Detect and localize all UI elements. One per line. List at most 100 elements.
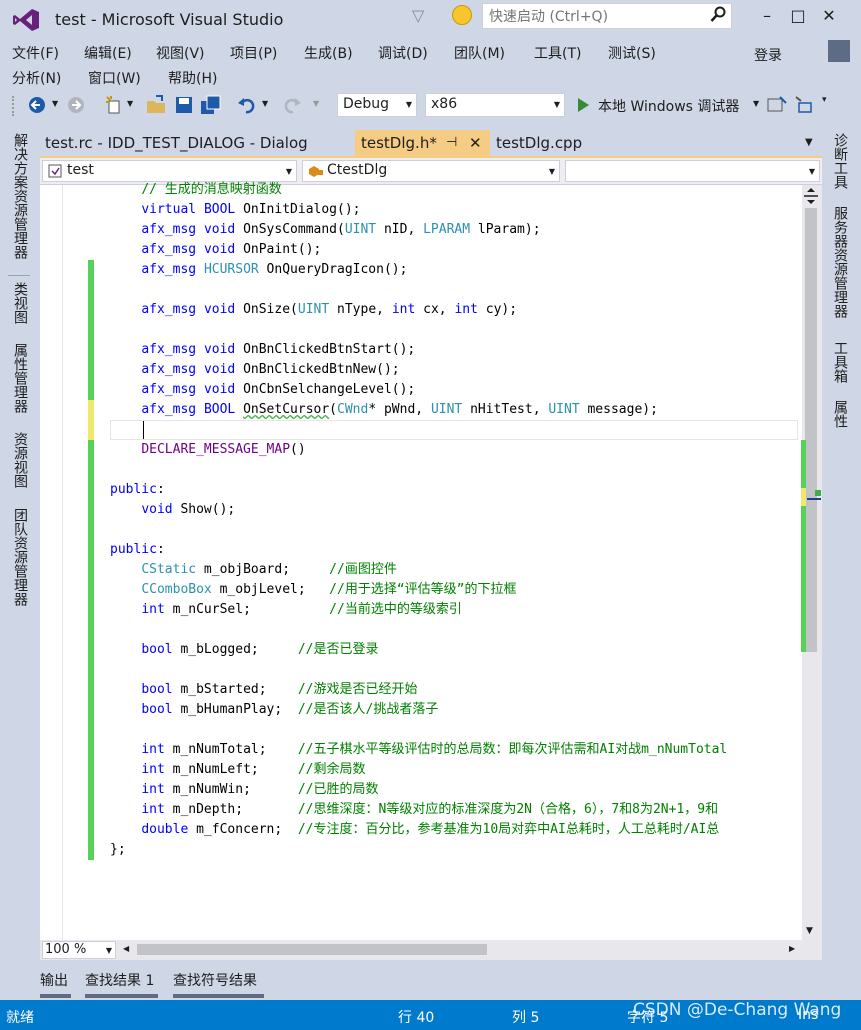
menu-project[interactable]: 项目(P) (230, 43, 277, 63)
solution-config-select[interactable]: Debug ▼ (337, 93, 417, 117)
diagnostic-tools-tab[interactable]: 诊断工具 (830, 133, 850, 189)
change-marker-saved (88, 440, 94, 860)
tab-find-results-underline (85, 994, 158, 998)
save-all-icon[interactable] (200, 95, 222, 115)
chevron-down-icon: ▼ (553, 100, 560, 109)
tab-test-rc[interactable]: test.rc - IDD_TEST_DIALOG - Dialog (45, 134, 308, 152)
toolbar-grip[interactable] (12, 96, 16, 116)
horizontal-scroll-thumb[interactable] (137, 944, 487, 955)
menu-edit[interactable]: 编辑(E) (84, 43, 132, 63)
code-text[interactable]: // 生成的消息映射函数 virtual BOOL OnInitDialog()… (110, 180, 727, 860)
resource-view-tab[interactable]: 资源视图 (10, 432, 30, 488)
scroll-right-icon[interactable]: ▶ (789, 944, 795, 953)
watermark: CSDN @De-Chang Wang (633, 1000, 842, 1020)
menu-team[interactable]: 团队(M) (454, 43, 505, 63)
code-line: afx_msg void OnPaint(); (141, 242, 322, 257)
toolbox-tab[interactable]: 工具箱 (830, 341, 850, 383)
quick-launch-input[interactable] (487, 5, 701, 29)
code-line: int m_nDepth; //思维深度：N等级对应的标准深度为2N（合格，6）… (141, 802, 719, 817)
open-file-icon[interactable] (146, 95, 168, 115)
solution-explorer-tab[interactable]: 解决方案资源管理器 (10, 133, 30, 259)
pin-tab-icon[interactable]: ⊣ (446, 135, 457, 150)
close-button[interactable]: ✕ (814, 6, 844, 28)
new-dropdown-icon[interactable]: ▼ (127, 99, 133, 108)
code-line: CStatic m_objBoard; //画图控件 (141, 562, 397, 577)
code-line: bool m_bHumanPlay; //是否该人/挑战者落子 (141, 702, 439, 717)
menu-file[interactable]: 文件(F) (12, 43, 59, 63)
quick-launch-box[interactable] (482, 3, 732, 29)
property-manager-tab[interactable]: 属性管理器 (10, 343, 30, 413)
tab-output-underline (40, 994, 71, 998)
start-debug-button[interactable]: 本地 Windows 调试器 (598, 96, 739, 116)
redo-icon[interactable] (282, 95, 302, 115)
class-view-tab[interactable]: 类视图 (10, 282, 30, 324)
login-link[interactable]: 登录 (754, 45, 782, 65)
feedback-smiley-icon[interactable] (452, 5, 472, 25)
class-value: CtestDlg (327, 162, 388, 178)
solution-config-value: Debug (343, 96, 390, 112)
split-window-icon[interactable] (800, 186, 822, 206)
attach-process-icon[interactable] (766, 95, 788, 115)
new-item-icon[interactable] (104, 95, 124, 115)
menu-tools[interactable]: 工具(T) (534, 43, 581, 63)
vertical-scroll-thumb[interactable] (805, 208, 817, 652)
team-explorer-tab[interactable]: 团队资源管理器 (10, 508, 30, 606)
tab-find-symbol-underline (173, 994, 264, 998)
code-line: int m_nNumLeft; //剩余局数 (141, 762, 366, 777)
tab-output[interactable]: 输出 (40, 970, 68, 990)
menu-window[interactable]: 窗口(W) (88, 68, 141, 88)
navigate-forward-icon[interactable] (66, 95, 86, 115)
chevron-down-icon: ▼ (105, 946, 112, 955)
save-icon[interactable] (174, 95, 194, 115)
undo-icon[interactable] (237, 95, 257, 115)
code-line: afx_msg void OnSize(UINT nType, int cx, … (141, 302, 518, 317)
debug-target-dropdown-icon[interactable]: ▼ (753, 99, 759, 108)
toolbar-layout-icon[interactable] (795, 95, 817, 115)
scrollbar-warning-marker (815, 490, 821, 496)
project-scope-dropdown[interactable]: test ▼ (42, 160, 297, 182)
zoom-dropdown[interactable]: 100 % ▼ (42, 941, 116, 959)
tab-overflow-dropdown-icon[interactable]: ▼ (805, 137, 813, 148)
minimize-button[interactable]: – (752, 6, 782, 28)
tab-testdlg-cpp[interactable]: testDlg.cpp (496, 134, 582, 152)
user-avatar-icon[interactable] (828, 40, 850, 62)
scrollbar-change-map (801, 440, 806, 652)
menu-test[interactable]: 测试(S) (608, 43, 656, 63)
status-ready: 就绪 (6, 1010, 34, 1026)
search-icon[interactable] (710, 6, 726, 24)
scroll-left-icon[interactable]: ◀ (123, 944, 129, 953)
menu-analyze[interactable]: 分析(N) (12, 68, 61, 88)
maximize-button[interactable]: □ (783, 6, 813, 28)
code-line: afx_msg void OnBnClickedBtnStart(); (141, 342, 416, 357)
scroll-down-icon[interactable]: ▼ (806, 926, 813, 936)
solution-platform-select[interactable]: x86 ▼ (425, 93, 565, 117)
menu-build[interactable]: 生成(B) (304, 43, 353, 63)
chevron-down-icon: ▼ (285, 167, 292, 176)
close-tab-icon[interactable]: ✕ (469, 134, 482, 152)
chevron-down-icon: ▼ (808, 167, 815, 176)
undo-dropdown-icon[interactable]: ▼ (262, 99, 268, 108)
menu-help[interactable]: 帮助(H) (168, 68, 217, 88)
code-line: afx_msg BOOL OnSetCursor(CWnd* pWnd, UIN… (141, 402, 658, 417)
change-marker-unsaved (88, 400, 94, 440)
member-dropdown[interactable]: ▼ (565, 160, 820, 182)
menu-view[interactable]: 视图(V) (156, 43, 205, 63)
server-explorer-tab[interactable]: 服务器资源管理器 (830, 206, 850, 318)
code-line: int m_nCurSel; //当前选中的等级索引 (141, 602, 462, 617)
window-title: test - Microsoft Visual Studio (55, 10, 284, 29)
zoom-value: 100 % (45, 942, 87, 957)
toolbar-overflow-icon[interactable]: ▾ (822, 95, 827, 105)
properties-tab[interactable]: 属性 (830, 400, 850, 428)
tab-find-symbol-results[interactable]: 查找符号结果 (173, 970, 257, 990)
filter-icon[interactable]: ▽ (412, 6, 424, 25)
class-dropdown[interactable]: CtestDlg ▼ (302, 160, 560, 182)
tab-testdlg-h-label[interactable]: testDlg.h* (361, 134, 437, 152)
tab-find-results-1[interactable]: 查找结果 1 (85, 970, 154, 990)
menu-debug[interactable]: 调试(D) (378, 43, 428, 63)
solution-platform-value: x86 (431, 96, 458, 112)
code-line: int m_nNumTotal; //五子棋水平等级评估时的总局数：即每次评估需… (141, 742, 728, 757)
redo-dropdown-icon[interactable]: ▼ (313, 99, 319, 108)
start-debug-icon[interactable] (575, 97, 591, 113)
back-dropdown-icon[interactable]: ▼ (52, 99, 58, 108)
navigate-back-icon[interactable] (27, 95, 47, 115)
